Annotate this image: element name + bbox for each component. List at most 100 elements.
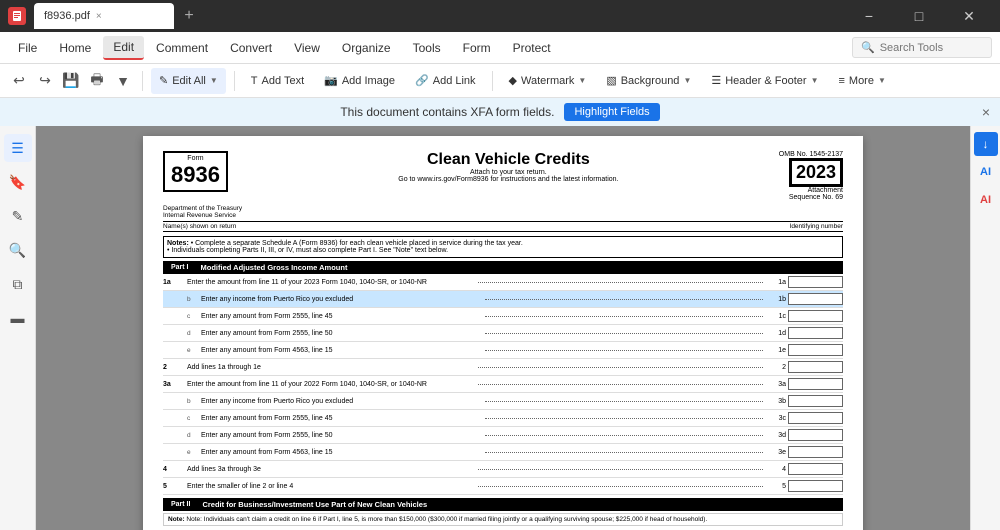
menu-protect[interactable]: Protect xyxy=(503,37,561,59)
new-tab-button[interactable]: + xyxy=(178,5,200,27)
title-bar: f8936.pdf × + − □ ✕ xyxy=(0,0,1000,32)
row-1e: e Enter any amount from Form 4563, line … xyxy=(163,342,843,359)
dept-label: Department of the Treasury xyxy=(163,205,242,212)
dept-info: Department of the Treasury Internal Reve… xyxy=(163,205,242,219)
pdf-area: Form 8936 Clean Vehicle Credits Attach t… xyxy=(36,126,970,530)
edit-icon: ✎ xyxy=(159,74,168,87)
background-button[interactable]: ▧ Background ▼ xyxy=(598,68,699,94)
close-button[interactable]: ✕ xyxy=(946,0,992,32)
more-dropdown-icon: ▼ xyxy=(878,76,886,85)
highlight-fields-button[interactable]: Highlight Fields xyxy=(564,103,659,121)
download-icon[interactable]: ↓ xyxy=(974,132,998,156)
row-3a: 3a Enter the amount from line 11 of your… xyxy=(163,376,843,393)
more-nav-button[interactable]: ▼ xyxy=(112,70,134,92)
minimize-button[interactable]: − xyxy=(846,0,892,32)
sequence-no: 69 xyxy=(835,194,843,201)
menu-file[interactable]: File xyxy=(8,37,47,59)
redo-button[interactable]: ↪ xyxy=(34,70,56,92)
search-input[interactable] xyxy=(880,42,983,54)
add-text-button[interactable]: T Add Text xyxy=(243,68,312,94)
pdf-scroll-area[interactable]: Form 8936 Clean Vehicle Credits Attach t… xyxy=(36,126,970,530)
form-link: Go to www.irs.gov/Form8936 for instructi… xyxy=(238,176,779,183)
row-3b-field[interactable] xyxy=(788,395,843,407)
row-1a-num: 1a xyxy=(163,279,185,286)
form-subtitle: Attach to your tax return. xyxy=(238,169,779,176)
search-box[interactable]: 🔍 xyxy=(852,37,992,58)
row-3a-field[interactable] xyxy=(788,378,843,390)
add-link-button[interactable]: 🔗 Add Link xyxy=(407,68,484,94)
ai-icon-blue[interactable]: AI xyxy=(974,160,998,184)
row-2-field[interactable] xyxy=(788,361,843,373)
left-sidebar: ☰ 🔖 ✎ 🔍 ⧉ ▬ xyxy=(0,126,36,530)
sidebar-icon-search[interactable]: 🔍 xyxy=(4,236,32,264)
row-1b-field[interactable] xyxy=(788,293,843,305)
menu-convert[interactable]: Convert xyxy=(220,37,282,59)
notes-label: Notes: xyxy=(167,240,189,247)
row-1e-desc: Enter any amount from Form 4563, line 15 xyxy=(201,347,480,354)
notes-item-0: • Complete a separate Schedule A (Form 8… xyxy=(191,240,523,247)
name-row: Name(s) shown on return Identifying numb… xyxy=(163,221,843,232)
row-3c-field[interactable] xyxy=(788,412,843,424)
form-number: 8936 xyxy=(171,162,220,188)
background-icon: ▧ xyxy=(606,74,616,87)
row-4-desc: Add lines 3a through 3e xyxy=(187,466,473,473)
sidebar-icon-bookmark[interactable]: 🔖 xyxy=(4,168,32,196)
name-label: Name(s) shown on return xyxy=(163,223,236,230)
row-4-field[interactable] xyxy=(788,463,843,475)
menu-home[interactable]: Home xyxy=(49,37,101,59)
menu-form[interactable]: Form xyxy=(453,37,501,59)
part-i-title: Modified Adjusted Gross Income Amount xyxy=(201,263,348,272)
header-footer-button[interactable]: ☰ Header & Footer ▼ xyxy=(703,68,826,94)
menu-comment[interactable]: Comment xyxy=(146,37,218,59)
row-1a: 1a Enter the amount from line 11 of your… xyxy=(163,274,843,291)
maximize-button[interactable]: □ xyxy=(896,0,942,32)
form-title-center: Clean Vehicle Credits Attach to your tax… xyxy=(238,151,779,183)
menu-organize[interactable]: Organize xyxy=(332,37,401,59)
toolbar-separator-2 xyxy=(234,71,235,91)
sidebar-icon-menu[interactable]: ☰ xyxy=(4,134,32,162)
sidebar-icon-edit[interactable]: ✎ xyxy=(4,202,32,230)
right-panel: ↓ AI AI xyxy=(970,126,1000,530)
save-button[interactable]: 💾 xyxy=(60,70,82,92)
add-link-icon: 🔗 xyxy=(415,74,429,87)
row-3c-ref: 3c xyxy=(768,415,786,422)
ai-icon-red[interactable]: AI xyxy=(974,188,998,212)
row-1d-field[interactable] xyxy=(788,327,843,339)
sidebar-icon-layers[interactable]: ⧉ xyxy=(4,270,32,298)
part-ii-header: Part II Credit for Business/Investment U… xyxy=(163,498,843,511)
watermark-dropdown-icon: ▼ xyxy=(578,76,586,85)
sidebar-icon-pages[interactable]: ▬ xyxy=(4,304,32,332)
row-1d: d Enter any amount from Form 2555, line … xyxy=(163,325,843,342)
form-title: Clean Vehicle Credits xyxy=(238,151,779,169)
row-1e-ref: 1e xyxy=(768,347,786,354)
watermark-icon: ◆ xyxy=(509,74,517,87)
row-1b-ref: 1b xyxy=(768,296,786,303)
undo-button[interactable]: ↩ xyxy=(8,70,30,92)
row-1e-field[interactable] xyxy=(788,344,843,356)
add-image-button[interactable]: 📷 Add Image xyxy=(316,68,403,94)
row-2-desc: Add lines 1a through 1e xyxy=(187,364,473,371)
header-footer-icon: ☰ xyxy=(711,74,721,87)
print-button[interactable]: 🖶 xyxy=(86,70,108,92)
row-5-ref: 5 xyxy=(768,483,786,490)
banner-close-button[interactable]: × xyxy=(982,104,990,120)
row-3d-field[interactable] xyxy=(788,429,843,441)
menu-edit[interactable]: Edit xyxy=(103,36,144,60)
row-5-field[interactable] xyxy=(788,480,843,492)
part-ii-title: Credit for Business/Investment Use Part … xyxy=(202,500,427,509)
row-5-num: 5 xyxy=(163,483,185,490)
more-button[interactable]: ≡ More ▼ xyxy=(830,68,893,94)
row-1a-field[interactable] xyxy=(788,276,843,288)
row-1d-sub: d xyxy=(187,330,199,337)
watermark-button[interactable]: ◆ Watermark ▼ xyxy=(501,68,595,94)
row-4-num: 4 xyxy=(163,466,185,473)
menu-tools[interactable]: Tools xyxy=(403,37,451,59)
row-3e-field[interactable] xyxy=(788,446,843,458)
row-1c-field[interactable] xyxy=(788,310,843,322)
edit-all-button[interactable]: ✎ Edit All ▼ xyxy=(151,68,226,94)
active-tab[interactable]: f8936.pdf × xyxy=(34,3,174,29)
tab-close-btn[interactable]: × xyxy=(96,11,102,22)
title-bar-left xyxy=(8,7,26,25)
menu-view[interactable]: View xyxy=(284,37,330,59)
main-layout: ☰ 🔖 ✎ 🔍 ⧉ ▬ Form 8936 Clean Vehicle Cred… xyxy=(0,126,1000,530)
